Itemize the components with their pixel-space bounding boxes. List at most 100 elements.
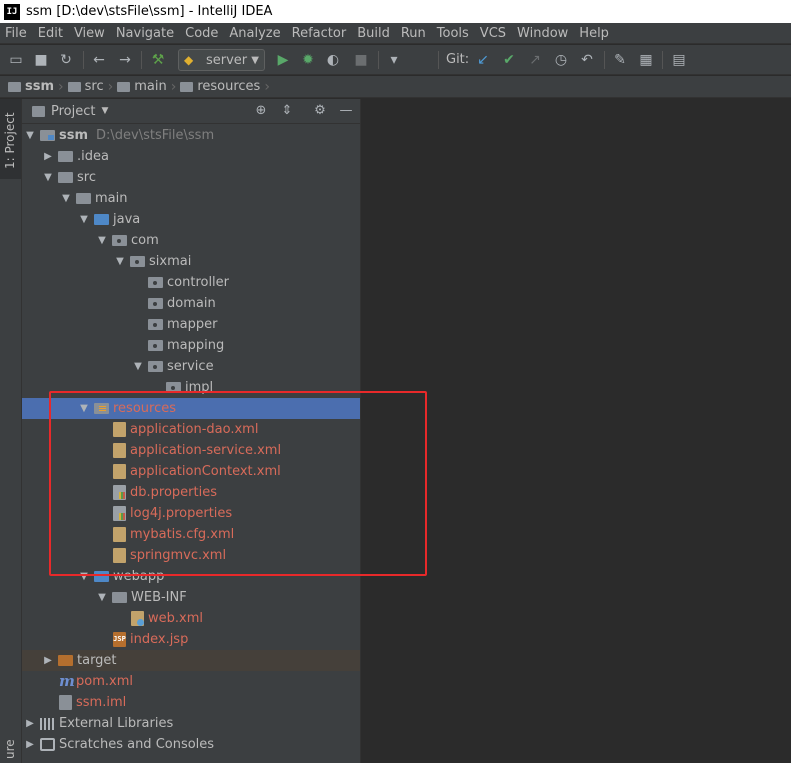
menu-refactor[interactable]: Refactor — [286, 26, 352, 41]
collapsed-arrow-icon[interactable]: ▶ — [42, 151, 54, 162]
menu-analyze[interactable]: Analyze — [223, 26, 285, 41]
coverage-icon[interactable]: ◐ — [324, 51, 342, 69]
forward-icon[interactable]: → — [116, 51, 134, 69]
tree-item-webapp[interactable]: ▼ webapp — [22, 566, 360, 587]
expand-arrow-icon[interactable]: ▼ — [96, 592, 108, 603]
main-toolbar: ▭ ■ ↻ ← → ⚒ ◆ server ▼ ▶ ✹ ◐ ■ ▾ Git: ↙ … — [0, 45, 791, 75]
sdk-icon[interactable]: ▤ — [670, 51, 688, 69]
tree-item-application-dao-xml[interactable]: application-dao.xml — [22, 419, 360, 440]
menu-build[interactable]: Build — [351, 26, 395, 41]
expand-arrow-icon[interactable]: ▼ — [42, 172, 54, 183]
collapsed-arrow-icon[interactable]: ▶ — [24, 739, 36, 750]
chevron-down-icon[interactable]: ▼ — [101, 106, 108, 116]
menu-help[interactable]: Help — [573, 26, 614, 41]
vcs-commit-icon[interactable]: ✔ — [500, 51, 518, 69]
tree-item-ssm[interactable]: ▼ ssm D:\dev\stsFile\ssm — [22, 125, 360, 146]
open-icon[interactable]: ▭ — [7, 51, 25, 69]
tree-item-controller[interactable]: controller — [22, 272, 360, 293]
expand-arrow-icon[interactable]: ▼ — [78, 571, 90, 582]
run-configuration-select[interactable]: ◆ server ▼ — [178, 49, 265, 71]
menu-run[interactable]: Run — [395, 26, 431, 41]
build-icon[interactable]: ⚒ — [149, 51, 167, 69]
breadcrumb-item-src[interactable]: src › — [67, 78, 118, 95]
tree-item-springmvc-xml[interactable]: springmvc.xml — [22, 545, 360, 566]
project-structure-icon[interactable]: ▦ — [637, 51, 655, 69]
tree-item-ssm-iml[interactable]: ssm.iml — [22, 692, 360, 713]
project-tool-tab-label: 1: Project — [3, 112, 17, 169]
tree-item-mybatis-cfg-xml[interactable]: mybatis.cfg.xml — [22, 524, 360, 545]
menu-vcs[interactable]: VCS — [474, 26, 511, 41]
sync-icon[interactable]: ↻ — [57, 51, 75, 69]
tree-item-domain[interactable]: domain — [22, 293, 360, 314]
vcs-compare-icon[interactable]: ↗ — [526, 51, 544, 69]
hide-icon[interactable]: — — [338, 103, 354, 119]
tree-item-mapper[interactable]: mapper — [22, 314, 360, 335]
menu-file[interactable]: File — [0, 26, 32, 41]
dropdown-icon[interactable]: ▾ — [385, 51, 403, 69]
collapsed-arrow-icon[interactable]: ▶ — [42, 655, 54, 666]
tree-item-java[interactable]: ▼ java — [22, 209, 360, 230]
package-icon — [130, 256, 145, 267]
tree-item-web-inf[interactable]: ▼ WEB-INF — [22, 587, 360, 608]
tree-item-idea[interactable]: ▶ .idea — [22, 146, 360, 167]
menu-edit[interactable]: Edit — [32, 26, 68, 41]
tree-item-log4j-properties[interactable]: log4j.properties — [22, 503, 360, 524]
tree-item-com[interactable]: ▼ com — [22, 230, 360, 251]
run-icon[interactable]: ▶ — [274, 51, 292, 69]
vcs-update-icon[interactable]: ↙ — [474, 51, 492, 69]
expand-arrow-icon[interactable]: ▼ — [24, 130, 36, 141]
editor-area[interactable] — [360, 99, 791, 763]
expand-arrow-icon[interactable]: ▼ — [132, 361, 144, 372]
stop-icon[interactable]: ■ — [352, 51, 370, 69]
tree-item-main[interactable]: ▼ main — [22, 188, 360, 209]
menu-tools[interactable]: Tools — [431, 26, 474, 41]
expand-arrow-icon[interactable]: ▼ — [96, 235, 108, 246]
collapsed-arrow-icon[interactable]: ▶ — [24, 718, 36, 729]
menu-navigate[interactable]: Navigate — [110, 26, 179, 41]
breadcrumb-item-resources[interactable]: resources › — [180, 79, 274, 95]
menu-code[interactable]: Code — [179, 26, 223, 41]
tree-item-web-xml[interactable]: web.xml — [22, 608, 360, 629]
tree-item-mapping[interactable]: mapping — [22, 335, 360, 356]
tree-item-resources[interactable]: ▼ resources — [22, 398, 360, 419]
tree-item-db-properties[interactable]: db.properties — [22, 482, 360, 503]
package-icon — [148, 361, 163, 372]
back-icon[interactable]: ← — [90, 51, 108, 69]
expand-arrow-icon[interactable]: ▼ — [114, 256, 126, 267]
expand-arrow-icon[interactable]: ▼ — [78, 214, 90, 225]
history-icon[interactable]: ◷ — [552, 51, 570, 69]
tree-item-label: pom.xml — [76, 674, 133, 689]
tree-item-pom-xml[interactable]: m pom.xml — [22, 671, 360, 692]
tree-item-label: ssm.iml — [76, 695, 127, 710]
git-label: Git: — [446, 52, 470, 67]
tree-item-external-libraries[interactable]: ▶ External Libraries — [22, 713, 360, 734]
locate-icon[interactable]: ⊕ — [253, 103, 269, 119]
save-icon[interactable]: ■ — [32, 51, 50, 69]
structure-tool-tab[interactable]: ure — [3, 739, 17, 759]
tree-item-target[interactable]: ▶ target — [22, 650, 360, 671]
tree-item-sixmai[interactable]: ▼ sixmai — [22, 251, 360, 272]
menu-view[interactable]: View — [68, 26, 110, 41]
breadcrumb-item-main[interactable]: main › — [117, 79, 180, 95]
tree-item-index-jsp[interactable]: JSP index.jsp — [22, 629, 360, 650]
tree-item-src[interactable]: ▼ src — [22, 167, 360, 188]
breadcrumb-item-ssm[interactable]: ssm › — [8, 79, 68, 95]
revert-icon[interactable]: ↶ — [578, 51, 596, 69]
chevron-right-icon: › — [107, 78, 114, 95]
debug-icon[interactable]: ✹ — [299, 51, 317, 69]
tree-item-application-service-xml[interactable]: application-service.xml — [22, 440, 360, 461]
project-view-select[interactable]: Project — [51, 104, 95, 119]
project-tool-tab[interactable]: 1: Project — [0, 99, 21, 179]
menu-window[interactable]: Window — [511, 26, 573, 41]
folder-icon — [117, 81, 131, 92]
tree-item-scratches[interactable]: ▶ Scratches and Consoles — [22, 734, 360, 755]
tree-item-impl[interactable]: impl — [22, 377, 360, 398]
expand-arrow-icon[interactable]: ▼ — [78, 403, 90, 414]
tree-item-applicationcontext-xml[interactable]: applicationContext.xml — [22, 461, 360, 482]
collapse-all-icon[interactable]: ⇕ — [279, 103, 295, 119]
expand-arrow-icon[interactable]: ▼ — [60, 193, 72, 204]
gear-icon[interactable]: ⚙ — [312, 103, 328, 119]
package-icon — [166, 382, 181, 393]
tree-item-service[interactable]: ▼ service — [22, 356, 360, 377]
settings-icon[interactable]: ✎ — [611, 51, 629, 69]
